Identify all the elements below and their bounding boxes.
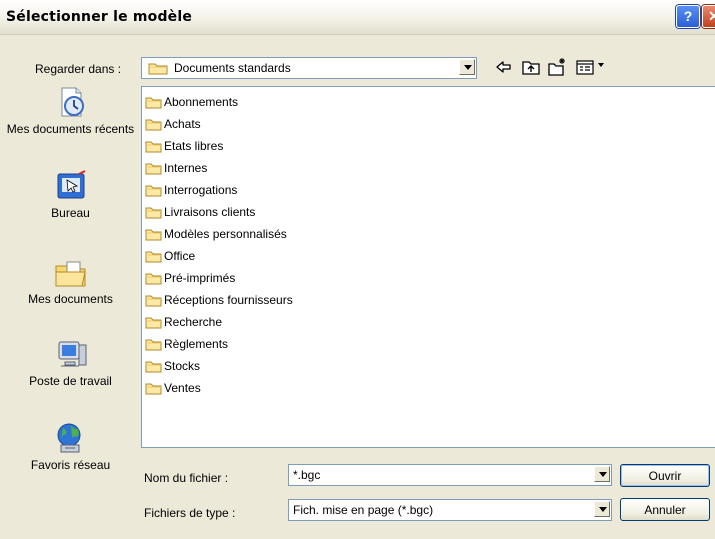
place-my-computer[interactable]: Poste de travail xyxy=(0,336,141,388)
folder-icon xyxy=(145,207,162,219)
title-bar: Sélectionner le modèle ? ✕ xyxy=(0,0,715,35)
desktop-icon xyxy=(57,170,85,199)
folder-icon xyxy=(145,317,162,329)
network-places-icon xyxy=(57,423,80,453)
folder-icon xyxy=(145,361,162,373)
up-folder-icon[interactable] xyxy=(521,57,541,77)
folder-name: Ventes xyxy=(164,381,201,395)
filetype-label: Fichiers de type : xyxy=(144,506,236,520)
folder-name: Stocks xyxy=(164,359,201,373)
folder-icon xyxy=(145,229,162,241)
place-my-documents[interactable]: Mes documents xyxy=(0,254,141,306)
place-recent-documents[interactable]: Mes documents récents xyxy=(0,84,141,136)
filename-field[interactable]: *.bgc xyxy=(288,464,612,486)
filename-value[interactable]: *.bgc xyxy=(293,468,320,482)
folder-name: Livraisons clients xyxy=(164,205,256,219)
folder-name: Modèles personnalisés xyxy=(164,227,287,241)
chevron-down-icon[interactable] xyxy=(594,466,610,482)
folder-name: Internes xyxy=(164,161,208,175)
filename-label: Nom du fichier : xyxy=(144,471,229,485)
folder-icon xyxy=(145,97,162,109)
lookin-label: Regarder dans : xyxy=(35,62,122,76)
place-label: Mes documents récents xyxy=(6,122,135,136)
lookin-dropdown[interactable]: Documents standards xyxy=(141,57,477,79)
folder-icon xyxy=(145,185,162,197)
folder-name: Pré-imprimés xyxy=(164,271,236,285)
cancel-button[interactable]: Annuler xyxy=(620,498,710,521)
chevron-down-icon[interactable] xyxy=(594,501,610,517)
chevron-down-icon[interactable] xyxy=(459,59,475,75)
folder-name: Recherche xyxy=(164,315,223,329)
my-documents-icon xyxy=(55,261,86,287)
new-folder-icon[interactable] xyxy=(547,57,567,77)
open-button[interactable]: Ouvrir xyxy=(620,464,710,487)
folder-icon xyxy=(145,383,162,395)
file-list[interactable]: Abonnements Achats Etats libres Internes Int… xyxy=(141,86,715,448)
places-bar: Mes documents récents Bureau Mes documen… xyxy=(0,84,141,494)
folder-name: Réceptions fournisseurs xyxy=(164,293,293,307)
folder-name: Achats xyxy=(164,117,201,131)
help-button[interactable]: ? xyxy=(676,5,700,28)
folder-name: Interrogations xyxy=(164,183,238,197)
window-title: Sélectionner le modèle xyxy=(6,9,193,25)
folder-icon xyxy=(145,119,162,131)
folder-icon xyxy=(145,339,162,351)
folder-icon xyxy=(145,141,162,153)
folder-icon xyxy=(145,273,162,285)
folder-name: Abonnements xyxy=(164,95,239,109)
filetype-value: Fich. mise en page (*.bgc) xyxy=(293,503,434,517)
folder-name: Etats libres xyxy=(164,139,224,153)
folder-name: Règlements xyxy=(164,337,229,351)
place-network-places[interactable]: Favoris réseau xyxy=(0,420,141,472)
folder-icon xyxy=(148,63,168,75)
recent-documents-icon xyxy=(61,87,84,117)
folder-icon xyxy=(145,295,162,307)
place-label: Favoris réseau xyxy=(30,458,111,472)
folder-icon xyxy=(145,163,162,175)
place-desktop[interactable]: Bureau xyxy=(0,168,141,220)
folder-name: Office xyxy=(164,249,196,263)
folder-icon xyxy=(145,251,162,263)
my-computer-icon xyxy=(58,341,86,367)
view-menu-chevron-icon[interactable] xyxy=(598,63,604,67)
place-label: Bureau xyxy=(51,206,90,220)
filetype-dropdown[interactable]: Fich. mise en page (*.bgc) xyxy=(288,499,612,521)
view-menu-icon[interactable] xyxy=(575,57,595,77)
back-arrow-icon[interactable] xyxy=(494,57,514,77)
place-label: Poste de travail xyxy=(29,374,112,388)
close-button[interactable]: ✕ xyxy=(702,5,715,28)
lookin-value: Documents standards xyxy=(174,61,291,75)
place-label: Mes documents xyxy=(28,292,113,306)
